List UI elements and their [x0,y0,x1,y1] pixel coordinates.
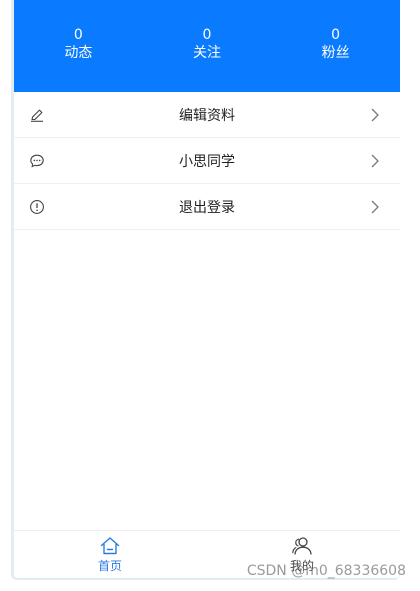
stat-following-label: 关注 [192,45,221,61]
stat-followers-label: 粉丝 [321,45,350,61]
stat-following[interactable]: 0 关注 [157,0,257,63]
menu-item-logout[interactable]: 退出登录 [14,184,400,230]
stat-following-count: 0 [202,27,212,43]
user-icon [292,537,312,555]
menu-item-label: 退出登录 [179,199,235,216]
edit-icon [31,109,43,122]
chevron-right-icon [371,154,379,167]
app-screen: 0 动态 0 关注 0 粉丝 编辑资料 小思同学 退出登录 首页 我的 [14,0,400,578]
chevron-right-icon [371,108,379,121]
menu-item-label: 编辑资料 [179,107,235,124]
stat-posts[interactable]: 0 动态 [28,0,128,63]
stat-posts-count: 0 [73,27,83,43]
menu-list: 编辑资料 小思同学 退出登录 [14,92,400,230]
tab-home[interactable]: 首页 [70,535,150,574]
stat-followers[interactable]: 0 粉丝 [286,0,386,63]
menu-item-assistant[interactable]: 小思同学 [14,138,400,184]
exclamation-circle-icon [30,199,44,214]
home-icon [100,537,120,555]
stats-header: 0 动态 0 关注 0 粉丝 [14,0,400,92]
chevron-right-icon [371,200,379,213]
watermark: CSDN @m0_68336608 [246,563,406,579]
menu-item-edit-profile[interactable]: 编辑资料 [14,92,400,138]
stat-posts-label: 动态 [64,45,93,61]
tab-home-label: 首页 [97,559,122,573]
stat-followers-count: 0 [331,27,341,43]
menu-item-label: 小思同学 [179,153,235,170]
chat-icon [30,154,44,168]
